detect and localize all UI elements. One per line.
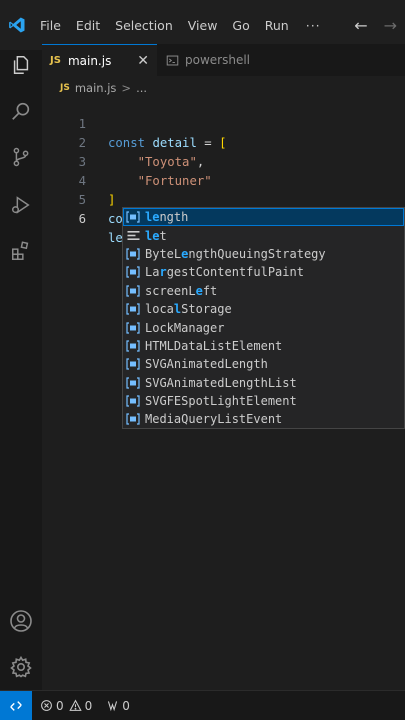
- breadcrumb-file[interactable]: main.js: [75, 81, 117, 95]
- breadcrumb: JS main.js > ...: [60, 80, 147, 96]
- menu-edit[interactable]: Edit: [70, 18, 109, 33]
- variable-icon: [126, 211, 140, 223]
- code-line: 3 "Fortuner": [42, 134, 405, 188]
- ports-indicator[interactable]: 0: [106, 699, 130, 713]
- suggestion-item[interactable]: screenLeft: [123, 282, 404, 300]
- problems-indicator[interactable]: 0 0: [40, 699, 92, 713]
- variable-icon: [126, 266, 140, 278]
- suggestion-label: MediaQueryListEvent: [145, 412, 283, 427]
- explorer-icon[interactable]: [8, 52, 34, 78]
- variable-icon: [126, 285, 140, 297]
- remote-indicator-icon[interactable]: [0, 691, 32, 720]
- suggestion-label: HTMLDataListElement: [145, 338, 283, 353]
- tab-main-js[interactable]: JS main.js ✕: [42, 44, 157, 76]
- suggestion-label: LargestContentfulPaint: [145, 265, 304, 280]
- error-count: 0: [56, 698, 64, 713]
- suggestion-label: length: [145, 210, 189, 225]
- suggestion-item[interactable]: length: [123, 208, 404, 227]
- menu-file[interactable]: File: [34, 18, 70, 33]
- keyword-icon: [126, 230, 140, 242]
- suggestion-label: LockManager: [145, 320, 225, 335]
- title-bar: File Edit Selection View Go Run ··· ← →: [0, 0, 405, 50]
- warning-count: 0: [84, 698, 93, 713]
- variable-icon: [126, 377, 140, 389]
- variable-icon: [126, 358, 140, 370]
- autocomplete-suggestions[interactable]: length let ByteLengthQueuingStrategy Larges…: [122, 207, 405, 429]
- menu-view[interactable]: View: [182, 18, 227, 33]
- suggestion-item[interactable]: MediaQueryListEvent: [123, 410, 404, 428]
- extensions-icon[interactable]: [8, 238, 34, 264]
- variable-icon: [126, 303, 140, 315]
- js-file-icon: JS: [60, 83, 70, 93]
- settings-gear-icon[interactable]: [8, 654, 34, 680]
- suggestion-item[interactable]: SVGAnimatedLength: [123, 355, 404, 373]
- menu-selection[interactable]: Selection: [109, 18, 182, 33]
- suggestion-label: localStorage: [145, 302, 232, 317]
- search-icon[interactable]: [8, 98, 34, 124]
- error-icon: [40, 699, 53, 712]
- source-control-icon[interactable]: [8, 144, 34, 170]
- menu-go[interactable]: Go: [226, 18, 258, 33]
- vscode-logo-icon: [0, 16, 34, 34]
- suggestion-item[interactable]: ByteLengthQueuingStrategy: [123, 245, 404, 263]
- variable-icon: [126, 413, 140, 426]
- suggestion-item[interactable]: HTMLDataListElement: [123, 337, 404, 355]
- terminal-icon: [166, 54, 179, 67]
- suggestion-item[interactable]: let: [123, 226, 404, 244]
- account-icon[interactable]: [8, 608, 34, 634]
- variable-icon: [126, 321, 140, 334]
- tab-label: main.js: [67, 53, 112, 68]
- arrow-right-icon[interactable]: →: [376, 16, 405, 35]
- editor-tabs: JS main.js ✕ powershell: [42, 44, 405, 76]
- suggestion-item[interactable]: LockManager: [123, 318, 404, 336]
- code-line: 4 ]: [42, 153, 405, 207]
- suggestion-item[interactable]: localStorage: [123, 300, 404, 318]
- suggestion-label: ByteLengthQueuingStrategy: [145, 246, 326, 261]
- close-icon[interactable]: ✕: [137, 53, 149, 69]
- suggestion-label: SVGAnimatedLengthList: [145, 375, 297, 390]
- code-line: 5 console.log(detail);: [42, 172, 405, 226]
- status-bar: 0 0 0: [0, 690, 405, 720]
- more-menu-icon[interactable]: ···: [298, 18, 329, 33]
- suggestion-label: let: [145, 228, 167, 243]
- menu-run[interactable]: Run: [259, 18, 298, 33]
- run-debug-icon[interactable]: [8, 192, 34, 218]
- js-file-icon: JS: [50, 55, 61, 66]
- broadcast-icon: [106, 699, 119, 712]
- tab-powershell[interactable]: powershell: [158, 44, 298, 76]
- code-line: 2 "Toyota",: [42, 115, 405, 169]
- variable-icon: [126, 248, 140, 260]
- activity-bar: [0, 50, 42, 690]
- code-line: 1 const detail = [: [42, 96, 405, 150]
- suggestion-label: screenLeft: [145, 283, 218, 298]
- breadcrumb-symbol[interactable]: ...: [136, 81, 147, 95]
- breadcrumb-separator: >: [121, 81, 132, 95]
- suggestion-item[interactable]: LargestContentfulPaint: [123, 263, 404, 281]
- ports-count: 0: [122, 698, 130, 713]
- suggestion-item[interactable]: SVGAnimatedLengthList: [123, 374, 404, 392]
- line-number: 6: [78, 212, 86, 226]
- suggestion-label: SVGFESpotLightElement: [145, 394, 297, 409]
- suggestion-item[interactable]: SVGFESpotLightElement: [123, 392, 404, 410]
- tab-label: powershell: [185, 53, 250, 67]
- variable-icon: [126, 340, 140, 352]
- variable-icon: [126, 395, 140, 407]
- arrow-left-icon[interactable]: ←: [346, 16, 375, 35]
- typed-text: le: [108, 231, 123, 245]
- suggestion-label: SVGAnimatedLength: [145, 357, 268, 372]
- warning-icon: [68, 699, 82, 712]
